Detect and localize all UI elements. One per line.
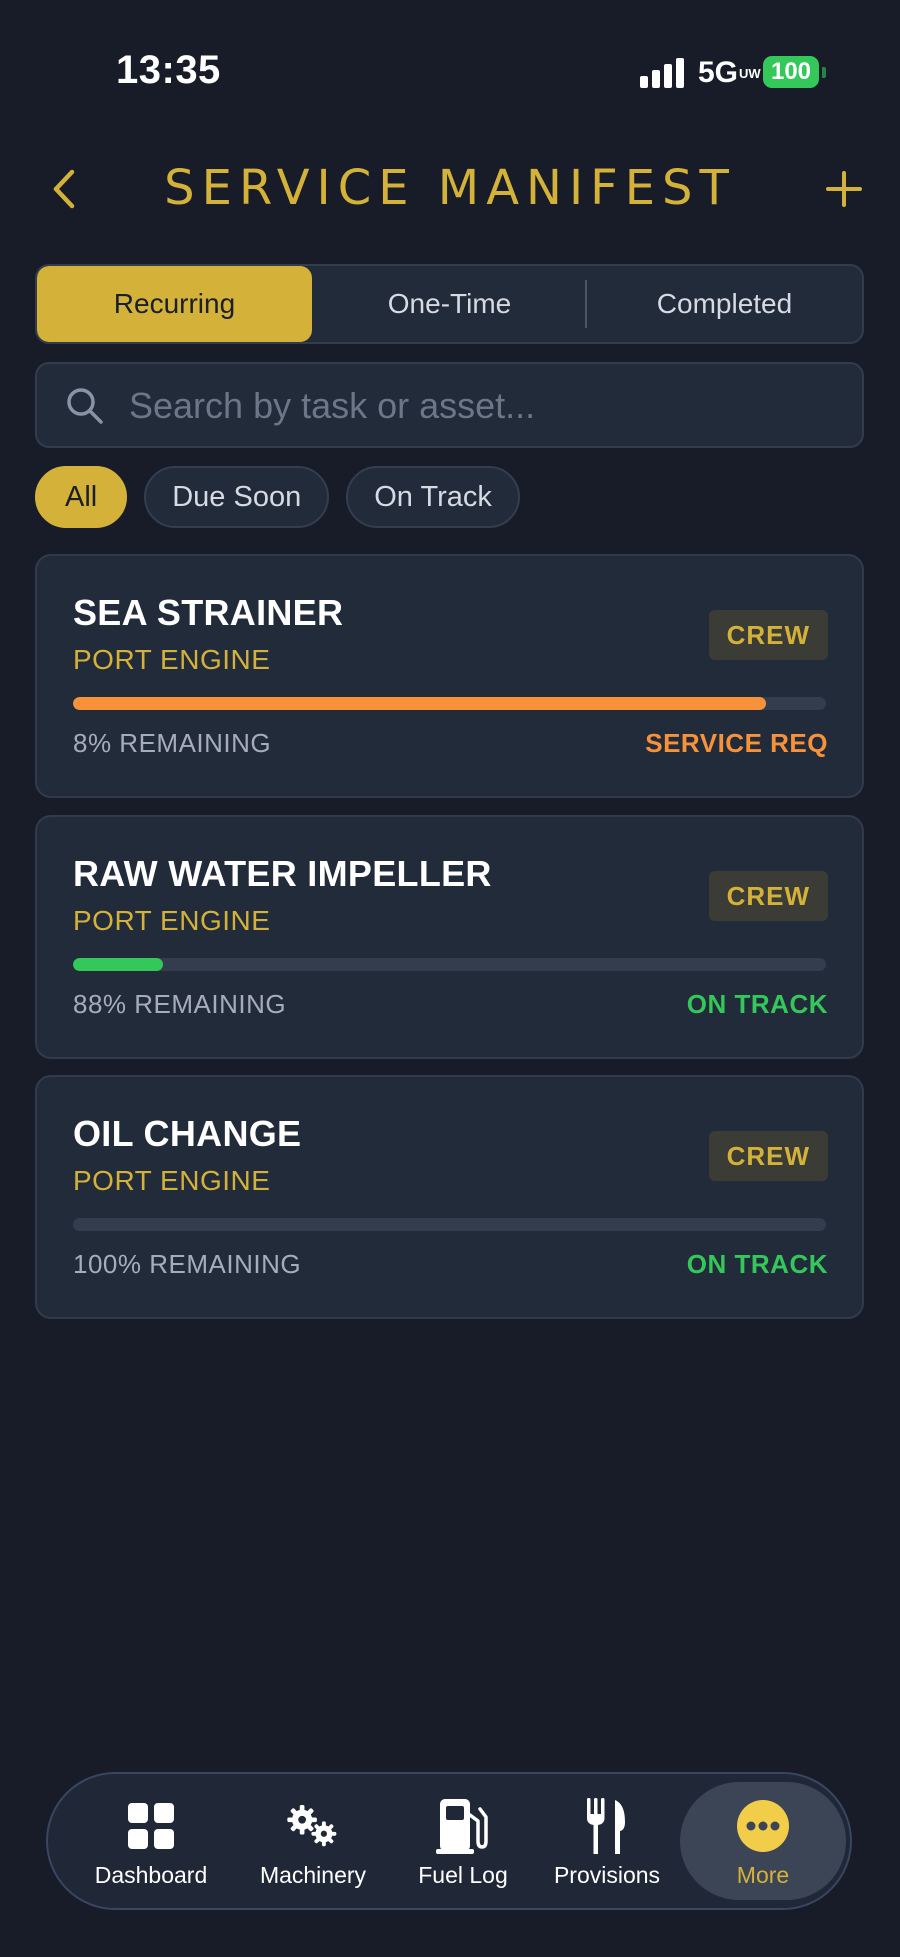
search-bar [35, 362, 864, 448]
network-label: 5G [698, 56, 739, 89]
battery-icon: 100 [763, 56, 819, 88]
tab-label: One-Time [387, 288, 512, 319]
crew-badge: CREW [708, 610, 828, 660]
more-dots-icon [735, 1798, 791, 1854]
task-asset: PORT ENGINE [73, 905, 271, 936]
filter-chip-on-track[interactable]: On Track [346, 466, 520, 528]
status-label: ON TRACK [686, 1249, 828, 1279]
nav-label: More [736, 1862, 790, 1888]
page-title: SERVICE MANIFEST [164, 160, 736, 216]
tab-completed[interactable]: Completed [587, 266, 862, 342]
nav-label: Machinery [259, 1862, 367, 1888]
remaining-label: 88% REMAINING [73, 989, 287, 1019]
tab-bar: Recurring One-Time Completed [35, 264, 864, 344]
nav-label: Provisions [553, 1862, 661, 1888]
filter-chips: All Due Soon On Track [35, 466, 520, 528]
filter-chip-all[interactable]: All [35, 466, 128, 528]
progress-track [73, 697, 826, 710]
task-title: OIL CHANGE [73, 1113, 302, 1154]
header: SERVICE MANIFEST [0, 150, 900, 230]
task-card[interactable]: RAW WATER IMPELLER PORT ENGINE CREW 88% … [35, 815, 864, 1059]
add-task-button[interactable] [822, 164, 866, 214]
task-title: RAW WATER IMPELLER [73, 853, 492, 894]
status-label: ON TRACK [686, 989, 828, 1019]
search-input[interactable] [127, 364, 831, 448]
search-icon [67, 388, 103, 424]
dashboard-grid-icon [123, 1798, 179, 1854]
bottom-nav: Dashboard Machinery Fuel Log Provisions … [46, 1772, 852, 1910]
nav-dashboard[interactable]: Dashboard [76, 1774, 226, 1908]
battery-tip [822, 67, 826, 78]
status-label: SERVICE REQ [645, 728, 828, 758]
nav-machinery[interactable]: Machinery [238, 1774, 388, 1908]
remaining-label: 100% REMAINING [73, 1249, 302, 1279]
crew-badge: CREW [708, 871, 828, 921]
status-bar: 13:35 5GUW 100 [0, 0, 900, 150]
progress-track [73, 958, 826, 971]
nav-label: Dashboard [94, 1862, 208, 1888]
progress-track [73, 1218, 826, 1231]
plus-icon [826, 171, 862, 207]
nav-provisions[interactable]: Provisions [542, 1774, 672, 1908]
task-title: SEA STRAINER [73, 592, 344, 633]
progress-fill [73, 958, 164, 971]
network-indicator: 5GUW [698, 56, 761, 90]
tab-label: Completed [656, 288, 793, 319]
filter-chip-due-soon[interactable]: Due Soon [144, 466, 330, 528]
gears-icon [285, 1798, 341, 1854]
network-suffix: UW [739, 66, 761, 81]
task-card[interactable]: OIL CHANGE PORT ENGINE CREW 100% REMAINI… [35, 1075, 864, 1319]
nav-label: Fuel Log [418, 1862, 508, 1888]
nav-fuel-log[interactable]: Fuel Log [398, 1774, 528, 1908]
progress-fill [73, 697, 766, 710]
crew-badge: CREW [708, 1131, 828, 1181]
remaining-label: 8% REMAINING [73, 728, 272, 758]
task-card[interactable]: SEA STRAINER PORT ENGINE CREW 8% REMAINI… [35, 554, 864, 798]
status-time: 13:35 [116, 48, 221, 92]
task-asset: PORT ENGINE [73, 1165, 271, 1196]
fuel-pump-icon [435, 1798, 491, 1854]
task-asset: PORT ENGINE [73, 644, 271, 675]
tab-label: Recurring [113, 288, 236, 319]
fork-knife-icon [579, 1798, 635, 1854]
tab-recurring[interactable]: Recurring [37, 266, 312, 342]
signal-icon [640, 58, 684, 88]
nav-more[interactable]: More [680, 1782, 846, 1900]
tab-one-time[interactable]: One-Time [312, 266, 587, 342]
